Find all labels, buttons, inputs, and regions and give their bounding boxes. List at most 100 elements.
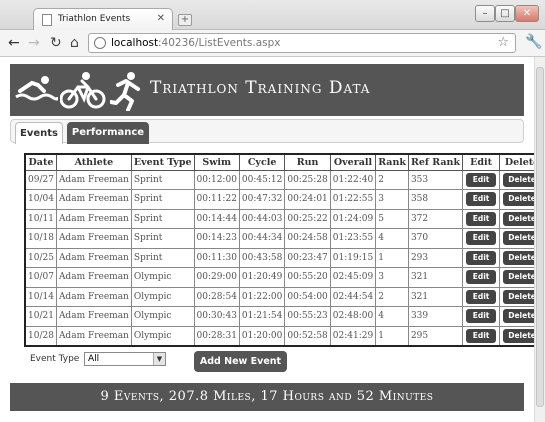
table-row: 10/28 Adam Freeman Olympic 00:28:31 01:20:00… xyxy=(24,325,545,346)
browser-tab-strip: Triathlon Events ✕ + – □ ✕ xyxy=(0,0,545,30)
forward-arrow-icon[interactable]: → xyxy=(28,35,40,51)
summary-bar: 9 Events, 207.8 Miles, 17 Hours and 52 M… xyxy=(10,383,524,411)
edit-cell: Edit xyxy=(462,189,501,210)
url-host: localhost xyxy=(111,37,159,49)
table-cell: 01:24:09 xyxy=(329,208,377,229)
address-bar[interactable]: localhost :40236/ListEvents.aspx ☆ xyxy=(88,33,516,53)
reload-icon[interactable]: ↻ xyxy=(50,35,62,51)
page-title: Triathlon Training Data xyxy=(150,78,371,98)
home-icon[interactable]: ⌂ xyxy=(70,35,79,51)
edit-cell: Edit xyxy=(462,306,501,327)
table-cell: 370 xyxy=(407,228,464,249)
edit-button[interactable]: Edit xyxy=(466,309,497,324)
table-cell: 01:23:55 xyxy=(329,228,377,249)
table-cell: 00:52:58 xyxy=(284,325,331,346)
column-header: Rank xyxy=(375,153,409,171)
page-icon xyxy=(42,14,52,26)
edit-cell: Edit xyxy=(462,286,501,307)
bookmark-star-icon[interactable]: ☆ xyxy=(497,35,509,50)
table-cell: 01:22:55 xyxy=(329,189,377,210)
tab-events[interactable]: Events xyxy=(15,122,63,144)
table-cell: Adam Freeman xyxy=(55,228,132,249)
table-cell: Olympic xyxy=(130,306,195,327)
edit-button[interactable]: Edit xyxy=(466,211,497,226)
table-cell: Adam Freeman xyxy=(55,286,132,307)
table-cell: 10/18 xyxy=(24,228,57,249)
edit-button[interactable]: Edit xyxy=(466,192,497,207)
table-cell: 02:48:00 xyxy=(329,306,377,327)
table-cell: 4 xyxy=(375,306,409,327)
edit-button[interactable]: Edit xyxy=(466,289,497,304)
minimize-window-button[interactable]: – xyxy=(475,5,495,22)
close-window-button[interactable]: ✕ xyxy=(515,5,539,22)
chevron-down-icon[interactable]: ▼ xyxy=(153,353,165,365)
edit-button[interactable]: Edit xyxy=(466,172,497,187)
table-cell: 02:45:09 xyxy=(329,267,377,288)
table-cell: 5 xyxy=(375,208,409,229)
close-tab-icon[interactable]: ✕ xyxy=(157,13,165,24)
table-cell: 10/11 xyxy=(24,208,57,229)
event-type-selected-value: All xyxy=(88,354,100,364)
column-header: Run xyxy=(284,153,331,171)
column-header: Event Type xyxy=(130,153,195,171)
table-row: 10/11 Adam Freeman Sprint 00:14:44 00:44:03 0… xyxy=(24,208,545,229)
table-cell: 353 xyxy=(407,169,464,190)
vertical-scrollbar[interactable] xyxy=(534,57,545,422)
table-cell: Adam Freeman xyxy=(55,189,132,210)
table-cell: 00:24:01 xyxy=(284,189,331,210)
table-cell: Sprint xyxy=(130,189,195,210)
table-cell: 358 xyxy=(407,189,464,210)
header-banner: Triathlon Training Data xyxy=(10,64,524,116)
table-cell: 01:21:54 xyxy=(238,306,286,327)
table-cell: 01:22:40 xyxy=(329,169,377,190)
table-cell: Sprint xyxy=(130,169,195,190)
table-cell: 00:44:03 xyxy=(238,208,286,229)
edit-button[interactable]: Edit xyxy=(466,270,497,285)
add-new-event-button[interactable]: Add New Event xyxy=(194,351,287,372)
back-arrow-icon[interactable]: ← xyxy=(8,35,20,51)
table-cell: 321 xyxy=(407,286,464,307)
table-cell: 00:44:34 xyxy=(238,228,286,249)
scrollbar-thumb[interactable] xyxy=(536,67,544,407)
browser-tab[interactable]: Triathlon Events ✕ xyxy=(33,8,173,30)
table-cell: 10/04 xyxy=(24,189,57,210)
wrench-icon[interactable]: 🔧 xyxy=(525,34,542,50)
browser-tab-title: Triathlon Events xyxy=(58,14,131,24)
table-cell: Olympic xyxy=(130,267,195,288)
table-header-row: Date Athlete Event Type Swim Cycle Run Overall… xyxy=(24,153,545,171)
table-cell: 10/25 xyxy=(24,247,57,268)
table-cell: Adam Freeman xyxy=(55,267,132,288)
table-cell: 00:55:20 xyxy=(284,267,331,288)
table-body: 09/27 Adam Freeman Sprint 00:12:00 00:45:12 0… xyxy=(24,169,545,346)
table-cell: 3 xyxy=(375,189,409,210)
edit-cell: Edit xyxy=(462,208,501,229)
new-tab-button[interactable]: + xyxy=(178,14,192,26)
table-cell: 01:19:15 xyxy=(329,247,377,268)
bike-icon xyxy=(60,72,106,109)
column-header: Edit xyxy=(462,153,501,171)
column-header: Swim xyxy=(193,153,240,171)
event-type-select[interactable]: All ▼ xyxy=(84,352,166,366)
column-header: Athlete xyxy=(55,153,132,171)
table-cell: 01:20:49 xyxy=(238,267,286,288)
edit-cell: Edit xyxy=(462,228,501,249)
edit-button[interactable]: Edit xyxy=(466,250,497,265)
table-cell: 01:22:00 xyxy=(238,286,286,307)
table-cell: 1 xyxy=(375,247,409,268)
table-row: 10/21 Adam Freeman Olympic 00:30:43 01:21:54… xyxy=(24,306,545,327)
table-cell: 10/07 xyxy=(24,267,57,288)
edit-button[interactable]: Edit xyxy=(466,328,497,343)
edit-button[interactable]: Edit xyxy=(466,231,497,246)
maximize-window-button[interactable]: □ xyxy=(495,5,515,22)
table-cell: Adam Freeman xyxy=(55,208,132,229)
table-cell: 00:25:22 xyxy=(284,208,331,229)
tab-performance[interactable]: Performance xyxy=(67,122,149,144)
table-row: 10/04 Adam Freeman Sprint 00:11:22 00:47:32 0… xyxy=(24,189,545,210)
table-cell: 10/14 xyxy=(24,286,57,307)
table-cell: 00:43:58 xyxy=(238,247,286,268)
table-cell: 321 xyxy=(407,267,464,288)
edit-cell: Edit xyxy=(462,247,501,268)
table-cell: Sprint xyxy=(130,228,195,249)
table-cell: 00:29:00 xyxy=(193,267,240,288)
table-row: 10/14 Adam Freeman Olympic 00:28:54 01:22:00… xyxy=(24,286,545,307)
